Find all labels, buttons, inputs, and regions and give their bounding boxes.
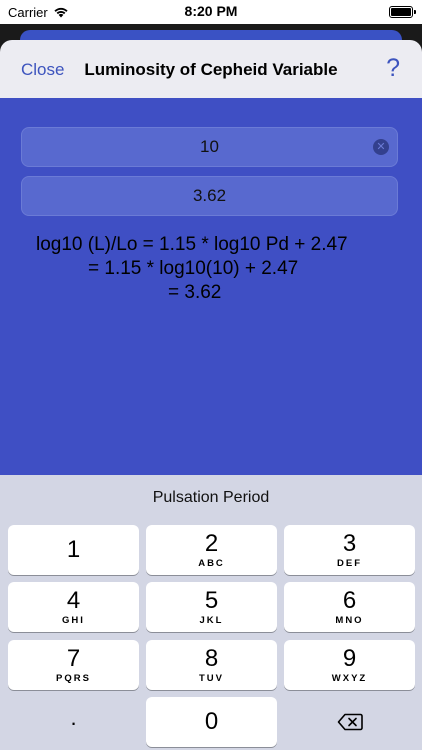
key-digit: 6 (342, 586, 357, 614)
battery-fill (391, 8, 411, 16)
battery-icon (389, 6, 416, 18)
key-decimal[interactable]: . (8, 697, 139, 747)
luminosity-result-value: 3.62 (192, 186, 227, 205)
numeric-keyboard: Pulsation Period 1 2 ABC 3 DEF 4 GHI 5 J… (0, 475, 422, 750)
key-digit: 5 (204, 586, 219, 614)
key-9[interactable]: 9 WXYZ (284, 640, 415, 690)
key-letters: MNO (335, 614, 364, 626)
key-digit: 8 (204, 644, 219, 672)
key-digit: 2 (204, 529, 219, 557)
key-digit: 4 (66, 586, 81, 614)
key-6[interactable]: 6 MNO (284, 582, 415, 632)
page-title: Luminosity of Cepheid Variable (0, 60, 422, 80)
key-digit: 3 (342, 529, 357, 557)
backspace-icon (337, 713, 363, 731)
calculator-content: 10 ✕ 3.62 log10 (L)/Lo = 1.15 * log10 Pd… (0, 98, 422, 475)
luminosity-result-field: 3.62 (21, 176, 398, 216)
key-letters: WXYZ (331, 672, 368, 684)
key-letters: DEF (337, 557, 362, 569)
key-letters: GHI (62, 614, 85, 626)
status-bar: Carrier 8:20 PM (0, 0, 422, 24)
nav-bar: Close Luminosity of Cepheid Variable ? (0, 40, 422, 98)
key-5[interactable]: 5 JKL (146, 582, 277, 632)
pulsation-period-input[interactable]: 10 ✕ (21, 127, 398, 167)
status-time: 8:20 PM (184, 3, 238, 19)
clear-icon[interactable]: ✕ (373, 139, 389, 155)
key-2[interactable]: 2 ABC (146, 525, 277, 575)
formula-display: log10 (L)/Lo = 1.15 * log10 Pd + 2.47 = … (36, 233, 376, 305)
formula-line-1: log10 (L)/Lo = 1.15 * log10 Pd + 2.47 (36, 234, 348, 255)
key-letters: ABC (198, 557, 225, 569)
key-delete[interactable] (284, 697, 415, 747)
key-digit: . (70, 705, 77, 730)
key-letters: JKL (199, 614, 224, 626)
key-0[interactable]: 0 (146, 697, 277, 747)
key-7[interactable]: 7 PQRS (8, 640, 139, 690)
formula-line-3: = 3.62 (168, 282, 222, 303)
key-3[interactable]: 3 DEF (284, 525, 415, 575)
key-8[interactable]: 8 TUV (146, 640, 277, 690)
keyboard-label: Pulsation Period (152, 489, 270, 506)
key-digit: 7 (66, 644, 81, 672)
page-title-text: Luminosity of Cepheid Variable (84, 60, 338, 79)
key-digit: 9 (342, 644, 357, 672)
key-1[interactable]: 1 (8, 525, 139, 575)
formula-line-2: = 1.15 * log10(10) + 2.47 (88, 258, 299, 279)
pulsation-period-value: 10 (200, 137, 219, 156)
help-button[interactable]: ? (386, 54, 400, 83)
key-letters: TUV (199, 672, 224, 684)
key-digit: 1 (66, 536, 81, 563)
key-4[interactable]: 4 GHI (8, 582, 139, 632)
key-letters: PQRS (56, 672, 91, 684)
key-digit: 0 (204, 708, 219, 735)
